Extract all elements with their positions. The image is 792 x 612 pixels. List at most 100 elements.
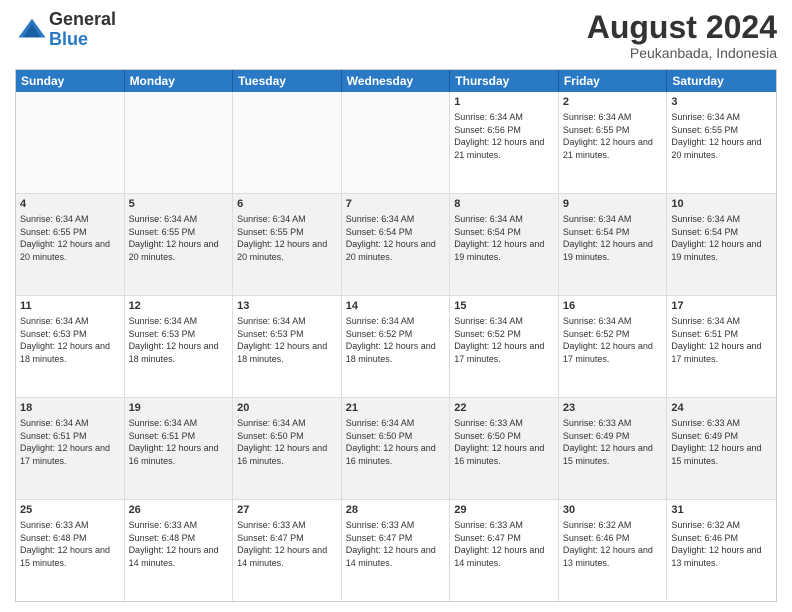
- day-number: 25: [20, 503, 120, 518]
- cell-info: Sunrise: 6:34 AM Sunset: 6:51 PM Dayligh…: [20, 417, 120, 467]
- cell-info: Sunrise: 6:33 AM Sunset: 6:48 PM Dayligh…: [129, 519, 229, 569]
- calendar-cell: 27Sunrise: 6:33 AM Sunset: 6:47 PM Dayli…: [233, 500, 342, 601]
- cell-info: Sunrise: 6:33 AM Sunset: 6:48 PM Dayligh…: [20, 519, 120, 569]
- day-number: 30: [563, 503, 663, 518]
- calendar-cell: 2Sunrise: 6:34 AM Sunset: 6:55 PM Daylig…: [559, 92, 668, 193]
- day-number: 22: [454, 401, 554, 416]
- cell-info: Sunrise: 6:33 AM Sunset: 6:47 PM Dayligh…: [346, 519, 446, 569]
- cell-info: Sunrise: 6:33 AM Sunset: 6:49 PM Dayligh…: [671, 417, 772, 467]
- cell-info: Sunrise: 6:32 AM Sunset: 6:46 PM Dayligh…: [671, 519, 772, 569]
- day-number: 13: [237, 299, 337, 314]
- calendar-cell: 29Sunrise: 6:33 AM Sunset: 6:47 PM Dayli…: [450, 500, 559, 601]
- calendar-row-2: 11Sunrise: 6:34 AM Sunset: 6:53 PM Dayli…: [16, 296, 776, 398]
- title-block: August 2024 Peukanbada, Indonesia: [587, 10, 777, 61]
- day-number: 7: [346, 197, 446, 212]
- day-number: 17: [671, 299, 772, 314]
- day-number: 6: [237, 197, 337, 212]
- cell-info: Sunrise: 6:34 AM Sunset: 6:55 PM Dayligh…: [20, 213, 120, 263]
- location: Peukanbada, Indonesia: [587, 45, 777, 61]
- day-number: 4: [20, 197, 120, 212]
- calendar-cell: [125, 92, 234, 193]
- logo-icon: [17, 15, 47, 45]
- calendar-cell: 16Sunrise: 6:34 AM Sunset: 6:52 PM Dayli…: [559, 296, 668, 397]
- header-cell-friday: Friday: [559, 70, 668, 92]
- cell-info: Sunrise: 6:34 AM Sunset: 6:54 PM Dayligh…: [454, 213, 554, 263]
- day-number: 15: [454, 299, 554, 314]
- cell-info: Sunrise: 6:33 AM Sunset: 6:49 PM Dayligh…: [563, 417, 663, 467]
- calendar-cell: 4Sunrise: 6:34 AM Sunset: 6:55 PM Daylig…: [16, 194, 125, 295]
- calendar-cell: 19Sunrise: 6:34 AM Sunset: 6:51 PM Dayli…: [125, 398, 234, 499]
- cell-info: Sunrise: 6:34 AM Sunset: 6:54 PM Dayligh…: [671, 213, 772, 263]
- calendar-cell: 8Sunrise: 6:34 AM Sunset: 6:54 PM Daylig…: [450, 194, 559, 295]
- calendar-cell: [16, 92, 125, 193]
- header: General Blue August 2024 Peukanbada, Ind…: [15, 10, 777, 61]
- calendar-cell: 15Sunrise: 6:34 AM Sunset: 6:52 PM Dayli…: [450, 296, 559, 397]
- calendar-cell: 10Sunrise: 6:34 AM Sunset: 6:54 PM Dayli…: [667, 194, 776, 295]
- calendar-cell: [342, 92, 451, 193]
- day-number: 11: [20, 299, 120, 314]
- day-number: 27: [237, 503, 337, 518]
- calendar-cell: 24Sunrise: 6:33 AM Sunset: 6:49 PM Dayli…: [667, 398, 776, 499]
- calendar-cell: 21Sunrise: 6:34 AM Sunset: 6:50 PM Dayli…: [342, 398, 451, 499]
- calendar-cell: 17Sunrise: 6:34 AM Sunset: 6:51 PM Dayli…: [667, 296, 776, 397]
- day-number: 12: [129, 299, 229, 314]
- calendar-cell: 18Sunrise: 6:34 AM Sunset: 6:51 PM Dayli…: [16, 398, 125, 499]
- day-number: 2: [563, 95, 663, 110]
- day-number: 5: [129, 197, 229, 212]
- cell-info: Sunrise: 6:32 AM Sunset: 6:46 PM Dayligh…: [563, 519, 663, 569]
- cell-info: Sunrise: 6:34 AM Sunset: 6:53 PM Dayligh…: [20, 315, 120, 365]
- calendar-cell: 7Sunrise: 6:34 AM Sunset: 6:54 PM Daylig…: [342, 194, 451, 295]
- day-number: 28: [346, 503, 446, 518]
- calendar-cell: 12Sunrise: 6:34 AM Sunset: 6:53 PM Dayli…: [125, 296, 234, 397]
- calendar-row-1: 4Sunrise: 6:34 AM Sunset: 6:55 PM Daylig…: [16, 194, 776, 296]
- calendar-row-4: 25Sunrise: 6:33 AM Sunset: 6:48 PM Dayli…: [16, 500, 776, 601]
- logo-blue: Blue: [49, 30, 116, 50]
- day-number: 16: [563, 299, 663, 314]
- cell-info: Sunrise: 6:34 AM Sunset: 6:55 PM Dayligh…: [129, 213, 229, 263]
- calendar-cell: 1Sunrise: 6:34 AM Sunset: 6:56 PM Daylig…: [450, 92, 559, 193]
- cell-info: Sunrise: 6:34 AM Sunset: 6:54 PM Dayligh…: [563, 213, 663, 263]
- calendar-row-0: 1Sunrise: 6:34 AM Sunset: 6:56 PM Daylig…: [16, 92, 776, 194]
- day-number: 24: [671, 401, 772, 416]
- day-number: 18: [20, 401, 120, 416]
- logo-text: General Blue: [49, 10, 116, 50]
- day-number: 19: [129, 401, 229, 416]
- day-number: 29: [454, 503, 554, 518]
- calendar-cell: 26Sunrise: 6:33 AM Sunset: 6:48 PM Dayli…: [125, 500, 234, 601]
- day-number: 9: [563, 197, 663, 212]
- calendar-header: SundayMondayTuesdayWednesdayThursdayFrid…: [16, 70, 776, 92]
- day-number: 23: [563, 401, 663, 416]
- cell-info: Sunrise: 6:34 AM Sunset: 6:56 PM Dayligh…: [454, 111, 554, 161]
- cell-info: Sunrise: 6:34 AM Sunset: 6:54 PM Dayligh…: [346, 213, 446, 263]
- calendar-cell: 3Sunrise: 6:34 AM Sunset: 6:55 PM Daylig…: [667, 92, 776, 193]
- day-number: 10: [671, 197, 772, 212]
- day-number: 14: [346, 299, 446, 314]
- page: General Blue August 2024 Peukanbada, Ind…: [0, 0, 792, 612]
- header-cell-monday: Monday: [125, 70, 234, 92]
- calendar-cell: 9Sunrise: 6:34 AM Sunset: 6:54 PM Daylig…: [559, 194, 668, 295]
- calendar: SundayMondayTuesdayWednesdayThursdayFrid…: [15, 69, 777, 602]
- day-number: 8: [454, 197, 554, 212]
- month-year: August 2024: [587, 10, 777, 45]
- cell-info: Sunrise: 6:34 AM Sunset: 6:51 PM Dayligh…: [671, 315, 772, 365]
- cell-info: Sunrise: 6:34 AM Sunset: 6:50 PM Dayligh…: [237, 417, 337, 467]
- day-number: 3: [671, 95, 772, 110]
- header-cell-wednesday: Wednesday: [342, 70, 451, 92]
- day-number: 26: [129, 503, 229, 518]
- cell-info: Sunrise: 6:34 AM Sunset: 6:52 PM Dayligh…: [454, 315, 554, 365]
- cell-info: Sunrise: 6:33 AM Sunset: 6:50 PM Dayligh…: [454, 417, 554, 467]
- calendar-cell: 23Sunrise: 6:33 AM Sunset: 6:49 PM Dayli…: [559, 398, 668, 499]
- day-number: 1: [454, 95, 554, 110]
- day-number: 31: [671, 503, 772, 518]
- calendar-cell: 22Sunrise: 6:33 AM Sunset: 6:50 PM Dayli…: [450, 398, 559, 499]
- day-number: 21: [346, 401, 446, 416]
- cell-info: Sunrise: 6:34 AM Sunset: 6:55 PM Dayligh…: [563, 111, 663, 161]
- cell-info: Sunrise: 6:34 AM Sunset: 6:55 PM Dayligh…: [237, 213, 337, 263]
- cell-info: Sunrise: 6:34 AM Sunset: 6:53 PM Dayligh…: [237, 315, 337, 365]
- cell-info: Sunrise: 6:33 AM Sunset: 6:47 PM Dayligh…: [237, 519, 337, 569]
- header-cell-saturday: Saturday: [667, 70, 776, 92]
- calendar-cell: 30Sunrise: 6:32 AM Sunset: 6:46 PM Dayli…: [559, 500, 668, 601]
- header-cell-tuesday: Tuesday: [233, 70, 342, 92]
- header-cell-sunday: Sunday: [16, 70, 125, 92]
- calendar-cell: [233, 92, 342, 193]
